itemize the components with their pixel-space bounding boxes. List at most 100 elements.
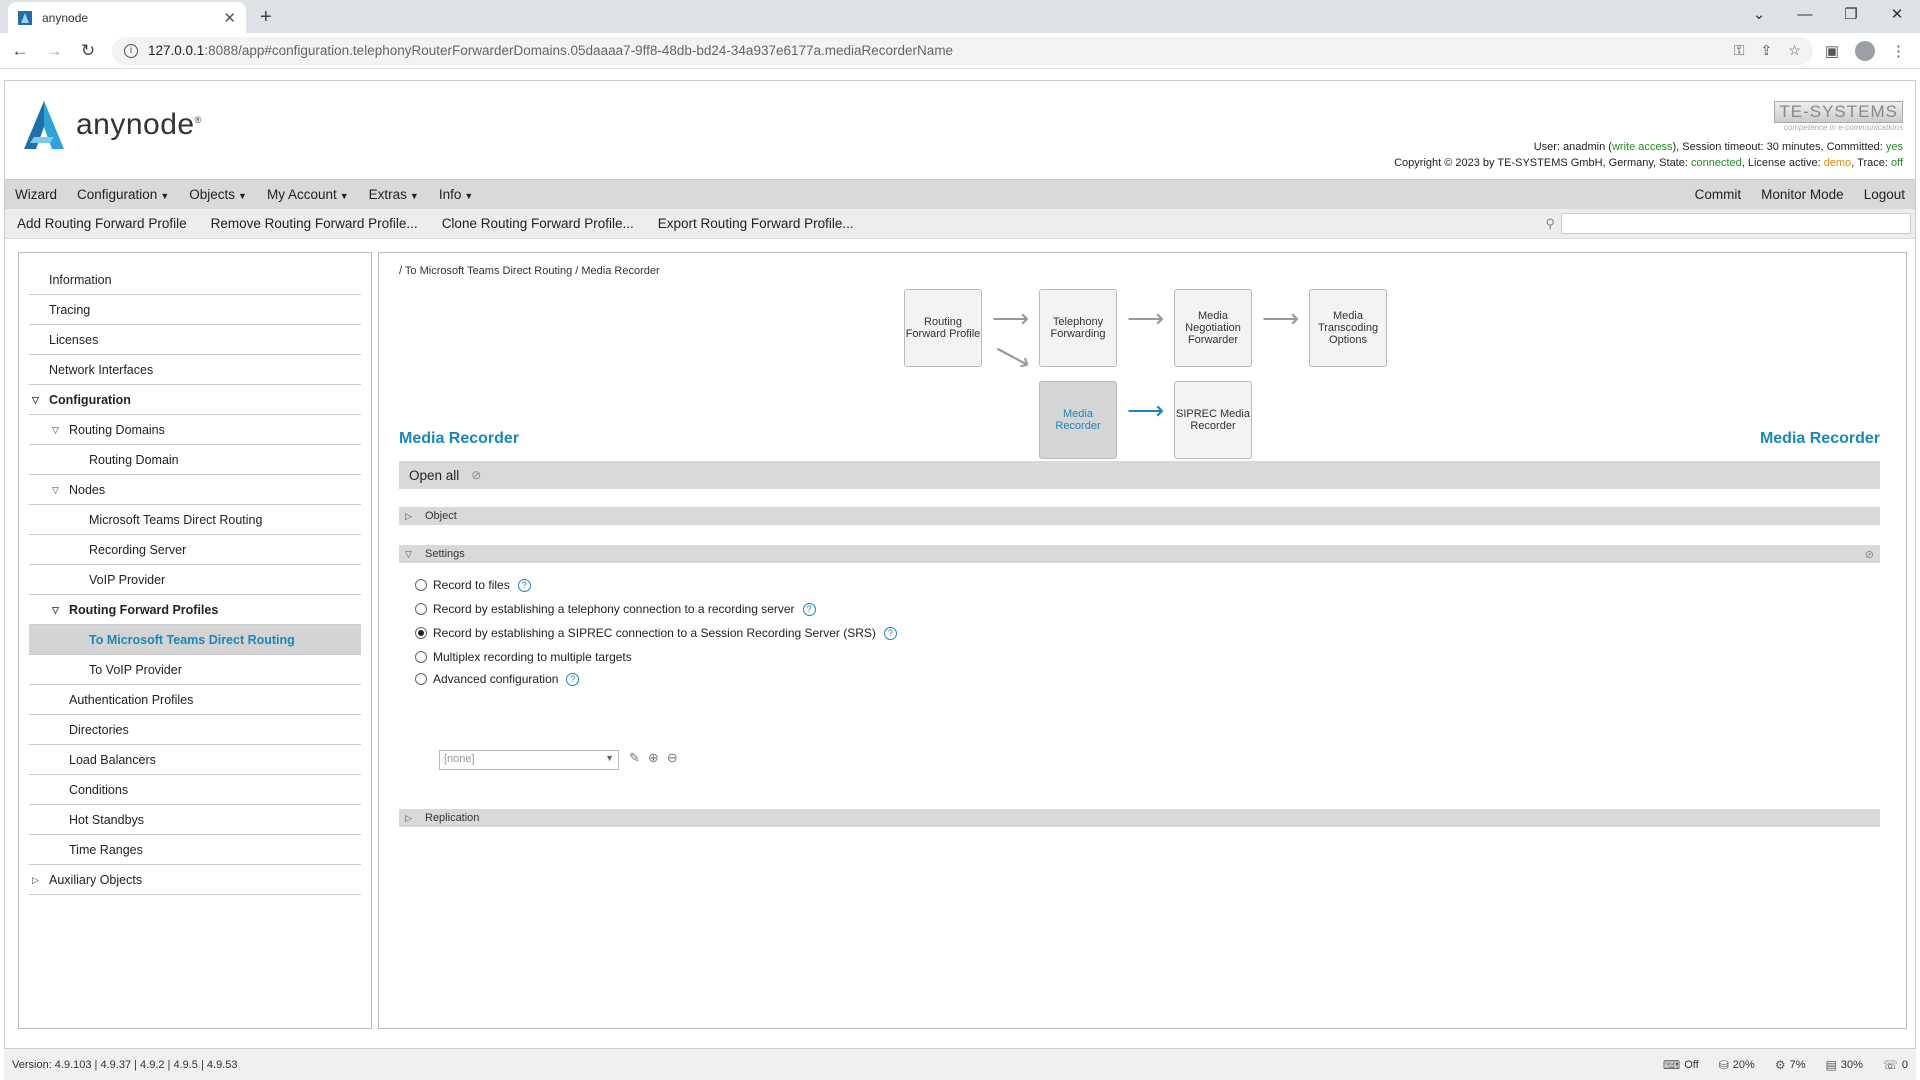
share-icon[interactable]: ⇪ (1761, 42, 1773, 59)
nav-routing-forward-profiles[interactable]: ▽ Routing Forward Profiles (29, 595, 361, 625)
nav-auxiliary-objects[interactable]: ▷ Auxiliary Objects (29, 865, 361, 895)
menu-wizard[interactable]: Wizard (5, 187, 67, 202)
site-info-icon[interactable]: i (124, 43, 138, 58)
panel-settings-header[interactable]: ▽ Settings ⊘ (399, 545, 1880, 563)
menu-configuration[interactable]: Configuration ▼ (67, 187, 179, 202)
option-record-to-files[interactable]: Record to files ? (415, 578, 531, 592)
bookmark-star-icon[interactable]: ☆ (1788, 42, 1801, 59)
profile-avatar-icon[interactable] (1855, 40, 1875, 61)
status-trace: ⌨ Off (1662, 1057, 1699, 1072)
monitor-mode-button[interactable]: Monitor Mode (1751, 187, 1854, 202)
expanded-triangle-icon[interactable]: ▽ (52, 595, 59, 625)
option-advanced-config[interactable]: Advanced configuration ? (415, 672, 580, 686)
menu-extras[interactable]: Extras ▼ (359, 187, 429, 202)
menu-my-account[interactable]: My Account ▼ (257, 187, 359, 202)
expanded-triangle-icon[interactable]: ▽ (52, 415, 59, 445)
page-title-right: Media Recorder (1759, 430, 1880, 447)
reset-settings-icon[interactable]: ⊘ (1865, 548, 1874, 561)
export-profile-button[interactable]: Export Routing Forward Profile... (646, 216, 866, 231)
reset-icon[interactable]: ⊘ (471, 468, 481, 482)
menu-kebab-icon[interactable]: ⋮ (1891, 42, 1906, 60)
forward-icon[interactable]: → (40, 41, 68, 61)
edit-pencil-icon[interactable]: ✎ (629, 750, 640, 766)
advanced-config-select[interactable]: [none] ▼ (439, 750, 619, 770)
restore-icon[interactable]: ❐ (1828, 0, 1874, 33)
flow-node-media-transcoding-options[interactable]: Media Transcoding Options (1309, 289, 1387, 367)
remove-circle-icon[interactable]: ⊖ (667, 750, 678, 766)
flow-arrow-icon: ⟶ (992, 303, 1030, 333)
option-record-telephony[interactable]: Record by establishing a telephony conne… (415, 602, 816, 616)
help-icon[interactable]: ? (883, 626, 897, 640)
panel-object-header[interactable]: ▷ Object (399, 507, 1880, 525)
commit-button[interactable]: Commit (1685, 187, 1752, 202)
url-path: :8088/app#configuration.telephonyRouterF… (204, 43, 954, 58)
expanded-triangle-icon: ▽ (405, 548, 412, 559)
nav-directories[interactable]: Directories (29, 715, 361, 745)
option-record-siprec[interactable]: Record by establishing a SIPREC connecti… (415, 626, 897, 640)
nav-time-ranges[interactable]: Time Ranges (29, 835, 361, 865)
brand-tagline: competence in e-communications (1783, 123, 1903, 132)
side-panel-icon[interactable]: ▣ (1825, 42, 1839, 60)
option-multiplex[interactable]: Multiplex recording to multiple targets (415, 650, 632, 664)
help-icon[interactable]: ? (802, 602, 816, 616)
nav-voip-provider[interactable]: VoIP Provider (29, 565, 361, 595)
nav-network-interfaces[interactable]: Network Interfaces (29, 355, 361, 385)
collapsed-triangle-icon[interactable]: ▷ (32, 865, 39, 895)
status-disk: ⛁ 20% (1718, 1057, 1755, 1072)
new-tab-icon[interactable]: + (260, 6, 272, 29)
radio-button[interactable] (415, 651, 427, 663)
address-bar[interactable]: i 127.0.0.1:8088/app#configuration.telep… (112, 36, 1813, 65)
radio-button[interactable] (415, 579, 427, 591)
browser-tab[interactable]: anynode ✕ (8, 2, 246, 33)
flow-node-media-negotiation-forwarder[interactable]: Media Negotiation Forwarder (1174, 289, 1252, 367)
expanded-triangle-icon[interactable]: ▽ (32, 385, 39, 415)
nav-information[interactable]: Information (29, 265, 361, 295)
flow-node-routing-forward-profile[interactable]: Routing Forward Profile (904, 289, 982, 367)
remove-profile-button[interactable]: Remove Routing Forward Profile... (199, 216, 430, 231)
nav-conditions[interactable]: Conditions (29, 775, 361, 805)
radio-button[interactable] (415, 603, 427, 615)
nav-routing-domain[interactable]: Routing Domain (29, 445, 361, 475)
nav-tracing[interactable]: Tracing (29, 295, 361, 325)
add-circle-icon[interactable]: ⊕ (648, 750, 659, 766)
minimize-icon[interactable]: — (1782, 0, 1828, 33)
flow-node-media-recorder[interactable]: Media Recorder (1039, 381, 1117, 459)
search-input[interactable] (1561, 213, 1911, 234)
radio-button[interactable] (415, 673, 427, 685)
nav-to-ms-teams-direct-routing[interactable]: To Microsoft Teams Direct Routing (29, 625, 361, 655)
flow-node-siprec-media-recorder[interactable]: SIPREC Media Recorder (1174, 381, 1252, 459)
clone-profile-button[interactable]: Clone Routing Forward Profile... (430, 216, 646, 231)
expanded-triangle-icon[interactable]: ▽ (52, 475, 59, 505)
menu-info[interactable]: Info ▼ (429, 187, 483, 202)
logout-button[interactable]: Logout (1854, 187, 1915, 202)
help-icon[interactable]: ? (566, 672, 580, 686)
help-icon[interactable]: ? (517, 578, 531, 592)
anynode-favicon-icon (18, 10, 32, 25)
status-calls: ☏ 0 (1882, 1057, 1908, 1072)
nav-ms-teams-direct-routing[interactable]: Microsoft Teams Direct Routing (29, 505, 361, 535)
tab-search-icon[interactable]: ⌄ (1736, 0, 1782, 33)
back-icon[interactable]: ← (6, 41, 34, 61)
close-tab-icon[interactable]: ✕ (223, 9, 236, 27)
nav-hot-standbys[interactable]: Hot Standbys (29, 805, 361, 835)
open-all-button[interactable]: Open all (409, 468, 459, 483)
nav-configuration[interactable]: ▽ Configuration (29, 385, 361, 415)
add-profile-button[interactable]: Add Routing Forward Profile (5, 216, 199, 231)
key-icon[interactable]: ⚿ (1734, 42, 1745, 59)
nav-licenses[interactable]: Licenses (29, 325, 361, 355)
reload-icon[interactable]: ↻ (74, 41, 102, 61)
nav-recording-server[interactable]: Recording Server (29, 535, 361, 565)
nav-routing-domains[interactable]: ▽ Routing Domains (29, 415, 361, 445)
close-window-icon[interactable]: ✕ (1874, 0, 1920, 33)
flow-arrow-blue-icon: ⟶ (1127, 395, 1165, 425)
radio-button-selected[interactable] (415, 627, 427, 639)
anynode-app: anynode® TE-SYSTEMS competence in e-comm… (4, 80, 1916, 1080)
menu-objects[interactable]: Objects ▼ (179, 187, 257, 202)
status-cpu: ⚙ 7% (1774, 1057, 1806, 1072)
nav-load-balancers[interactable]: Load Balancers (29, 745, 361, 775)
panel-replication-header[interactable]: ▷ Replication (399, 809, 1880, 827)
nav-to-voip-provider[interactable]: To VoIP Provider (29, 655, 361, 685)
nav-nodes[interactable]: ▽ Nodes (29, 475, 361, 505)
flow-node-telephony-forwarding[interactable]: Telephony Forwarding (1039, 289, 1117, 367)
nav-authentication-profiles[interactable]: Authentication Profiles (29, 685, 361, 715)
